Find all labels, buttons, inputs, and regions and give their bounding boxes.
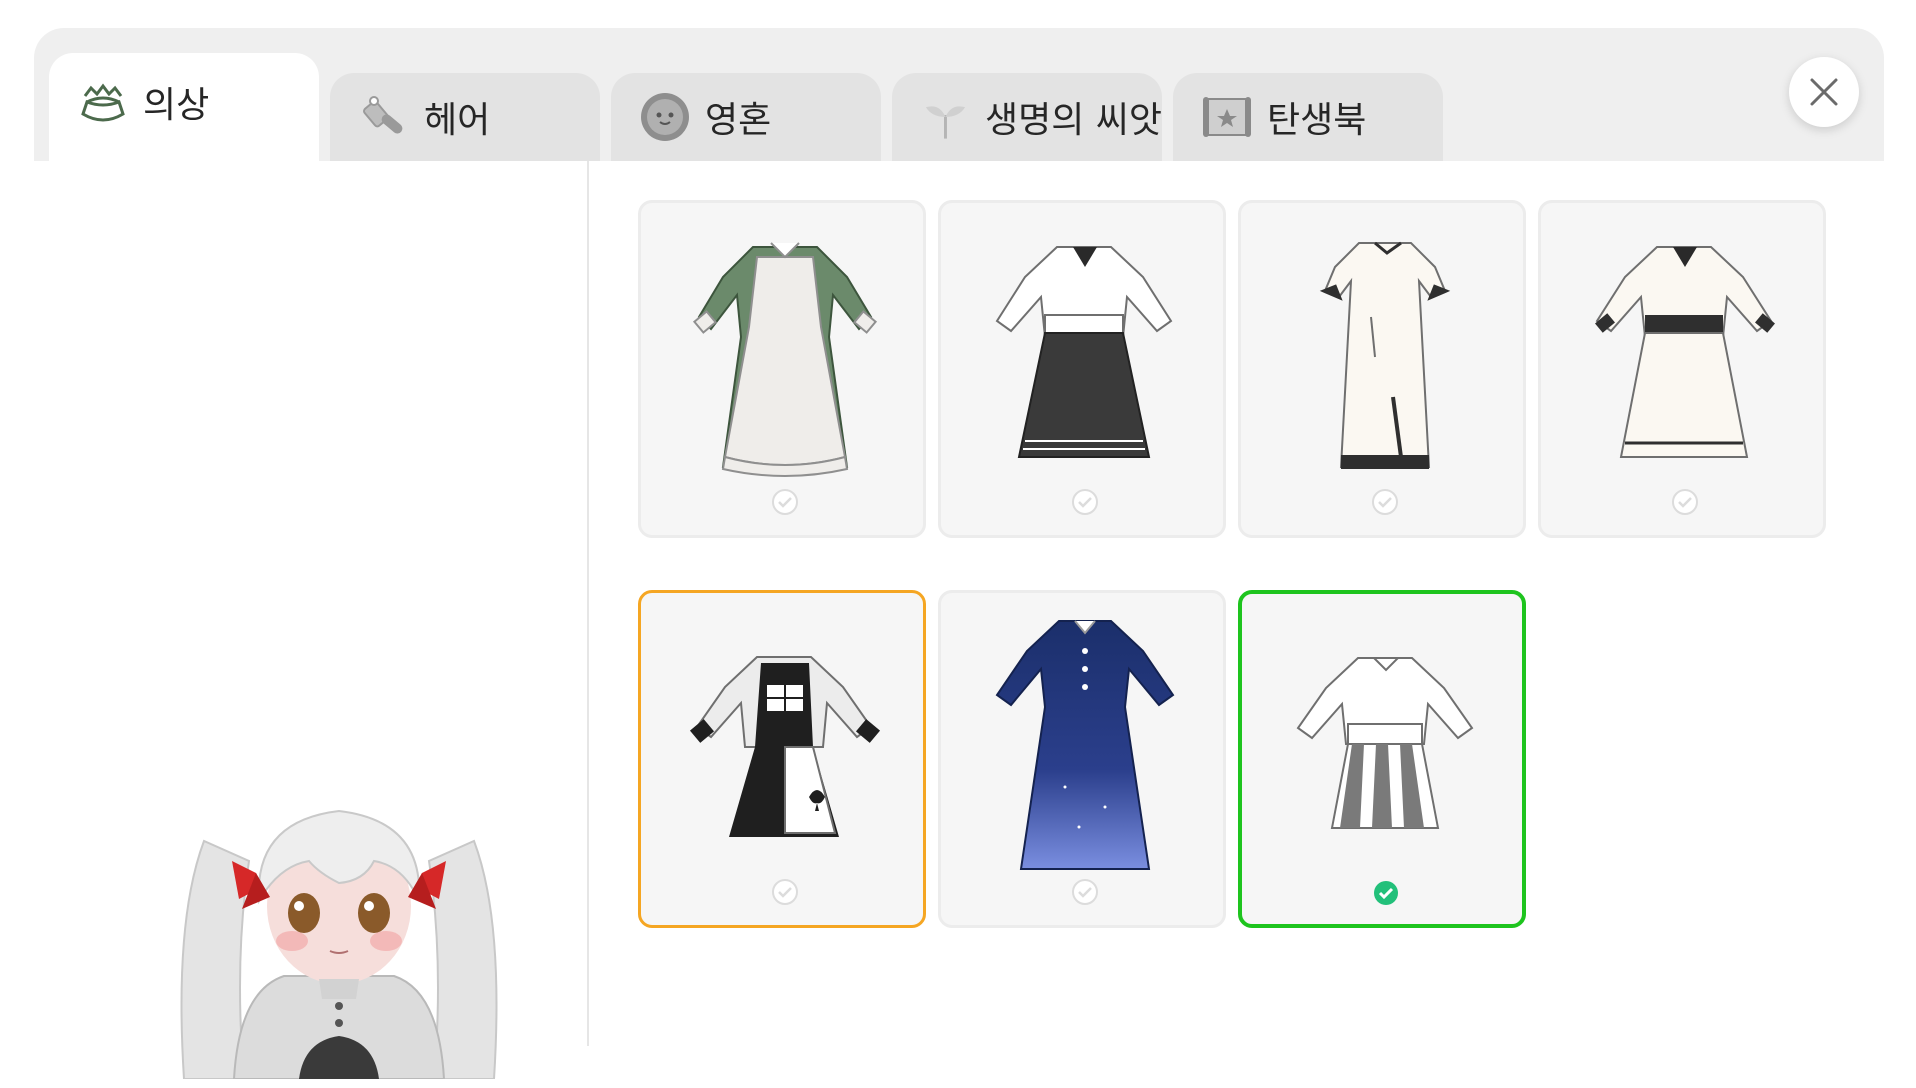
tab-birthbook[interactable]: 탄생북 <box>1173 73 1443 161</box>
outfit-card[interactable] <box>1238 590 1526 928</box>
outfit-grid <box>638 200 1828 940</box>
tab-outfit-label: 의상 <box>143 85 210 126</box>
white-qipao-dress-image <box>1319 241 1451 469</box>
tab-outfit[interactable]: 의상 <box>49 53 319 161</box>
tab-seed[interactable]: 생명의 씨앗 <box>892 73 1162 161</box>
starry-night-dress-image <box>995 620 1175 870</box>
alice-spade-dress-image <box>689 656 881 837</box>
outfit-card[interactable] <box>938 200 1226 538</box>
avatar <box>180 809 498 1080</box>
outfit-card[interactable] <box>1538 200 1826 538</box>
check-icon <box>1672 489 1698 515</box>
check-icon <box>1072 879 1098 905</box>
close-icon <box>1810 78 1838 106</box>
soul-orb-icon <box>641 93 689 141</box>
check-icon <box>772 489 798 515</box>
comb-icon <box>363 96 403 134</box>
black-skirt-uniform-image <box>995 246 1173 458</box>
green-maid-dress-image <box>692 242 878 477</box>
tab-hair-label: 헤어 <box>424 100 491 141</box>
panel-divider <box>587 161 589 1046</box>
outfit-card[interactable] <box>1238 200 1526 538</box>
dress-icon <box>81 83 125 122</box>
close-button[interactable] <box>1789 57 1859 127</box>
check-icon <box>1372 489 1398 515</box>
scroll-icon <box>1203 97 1251 137</box>
tab-hair[interactable]: 헤어 <box>330 73 600 161</box>
tab-soul[interactable]: 영혼 <box>611 73 881 161</box>
outfit-card[interactable] <box>638 590 926 928</box>
heart-skirt-dress-image <box>1296 657 1474 829</box>
outfit-card[interactable] <box>638 200 926 538</box>
tab-seed-label: 생명의 씨앗 <box>984 100 1162 141</box>
sprout-icon <box>925 106 966 139</box>
check-icon <box>772 879 798 905</box>
check-icon <box>1072 489 1098 515</box>
outfit-card[interactable] <box>938 590 1226 928</box>
tab-soul-label: 영혼 <box>705 100 772 141</box>
cream-long-dress-image <box>1595 246 1775 458</box>
character-preview <box>34 161 587 1080</box>
check-icon <box>1374 881 1398 905</box>
tab-birthbook-label: 탄생북 <box>1267 100 1367 141</box>
